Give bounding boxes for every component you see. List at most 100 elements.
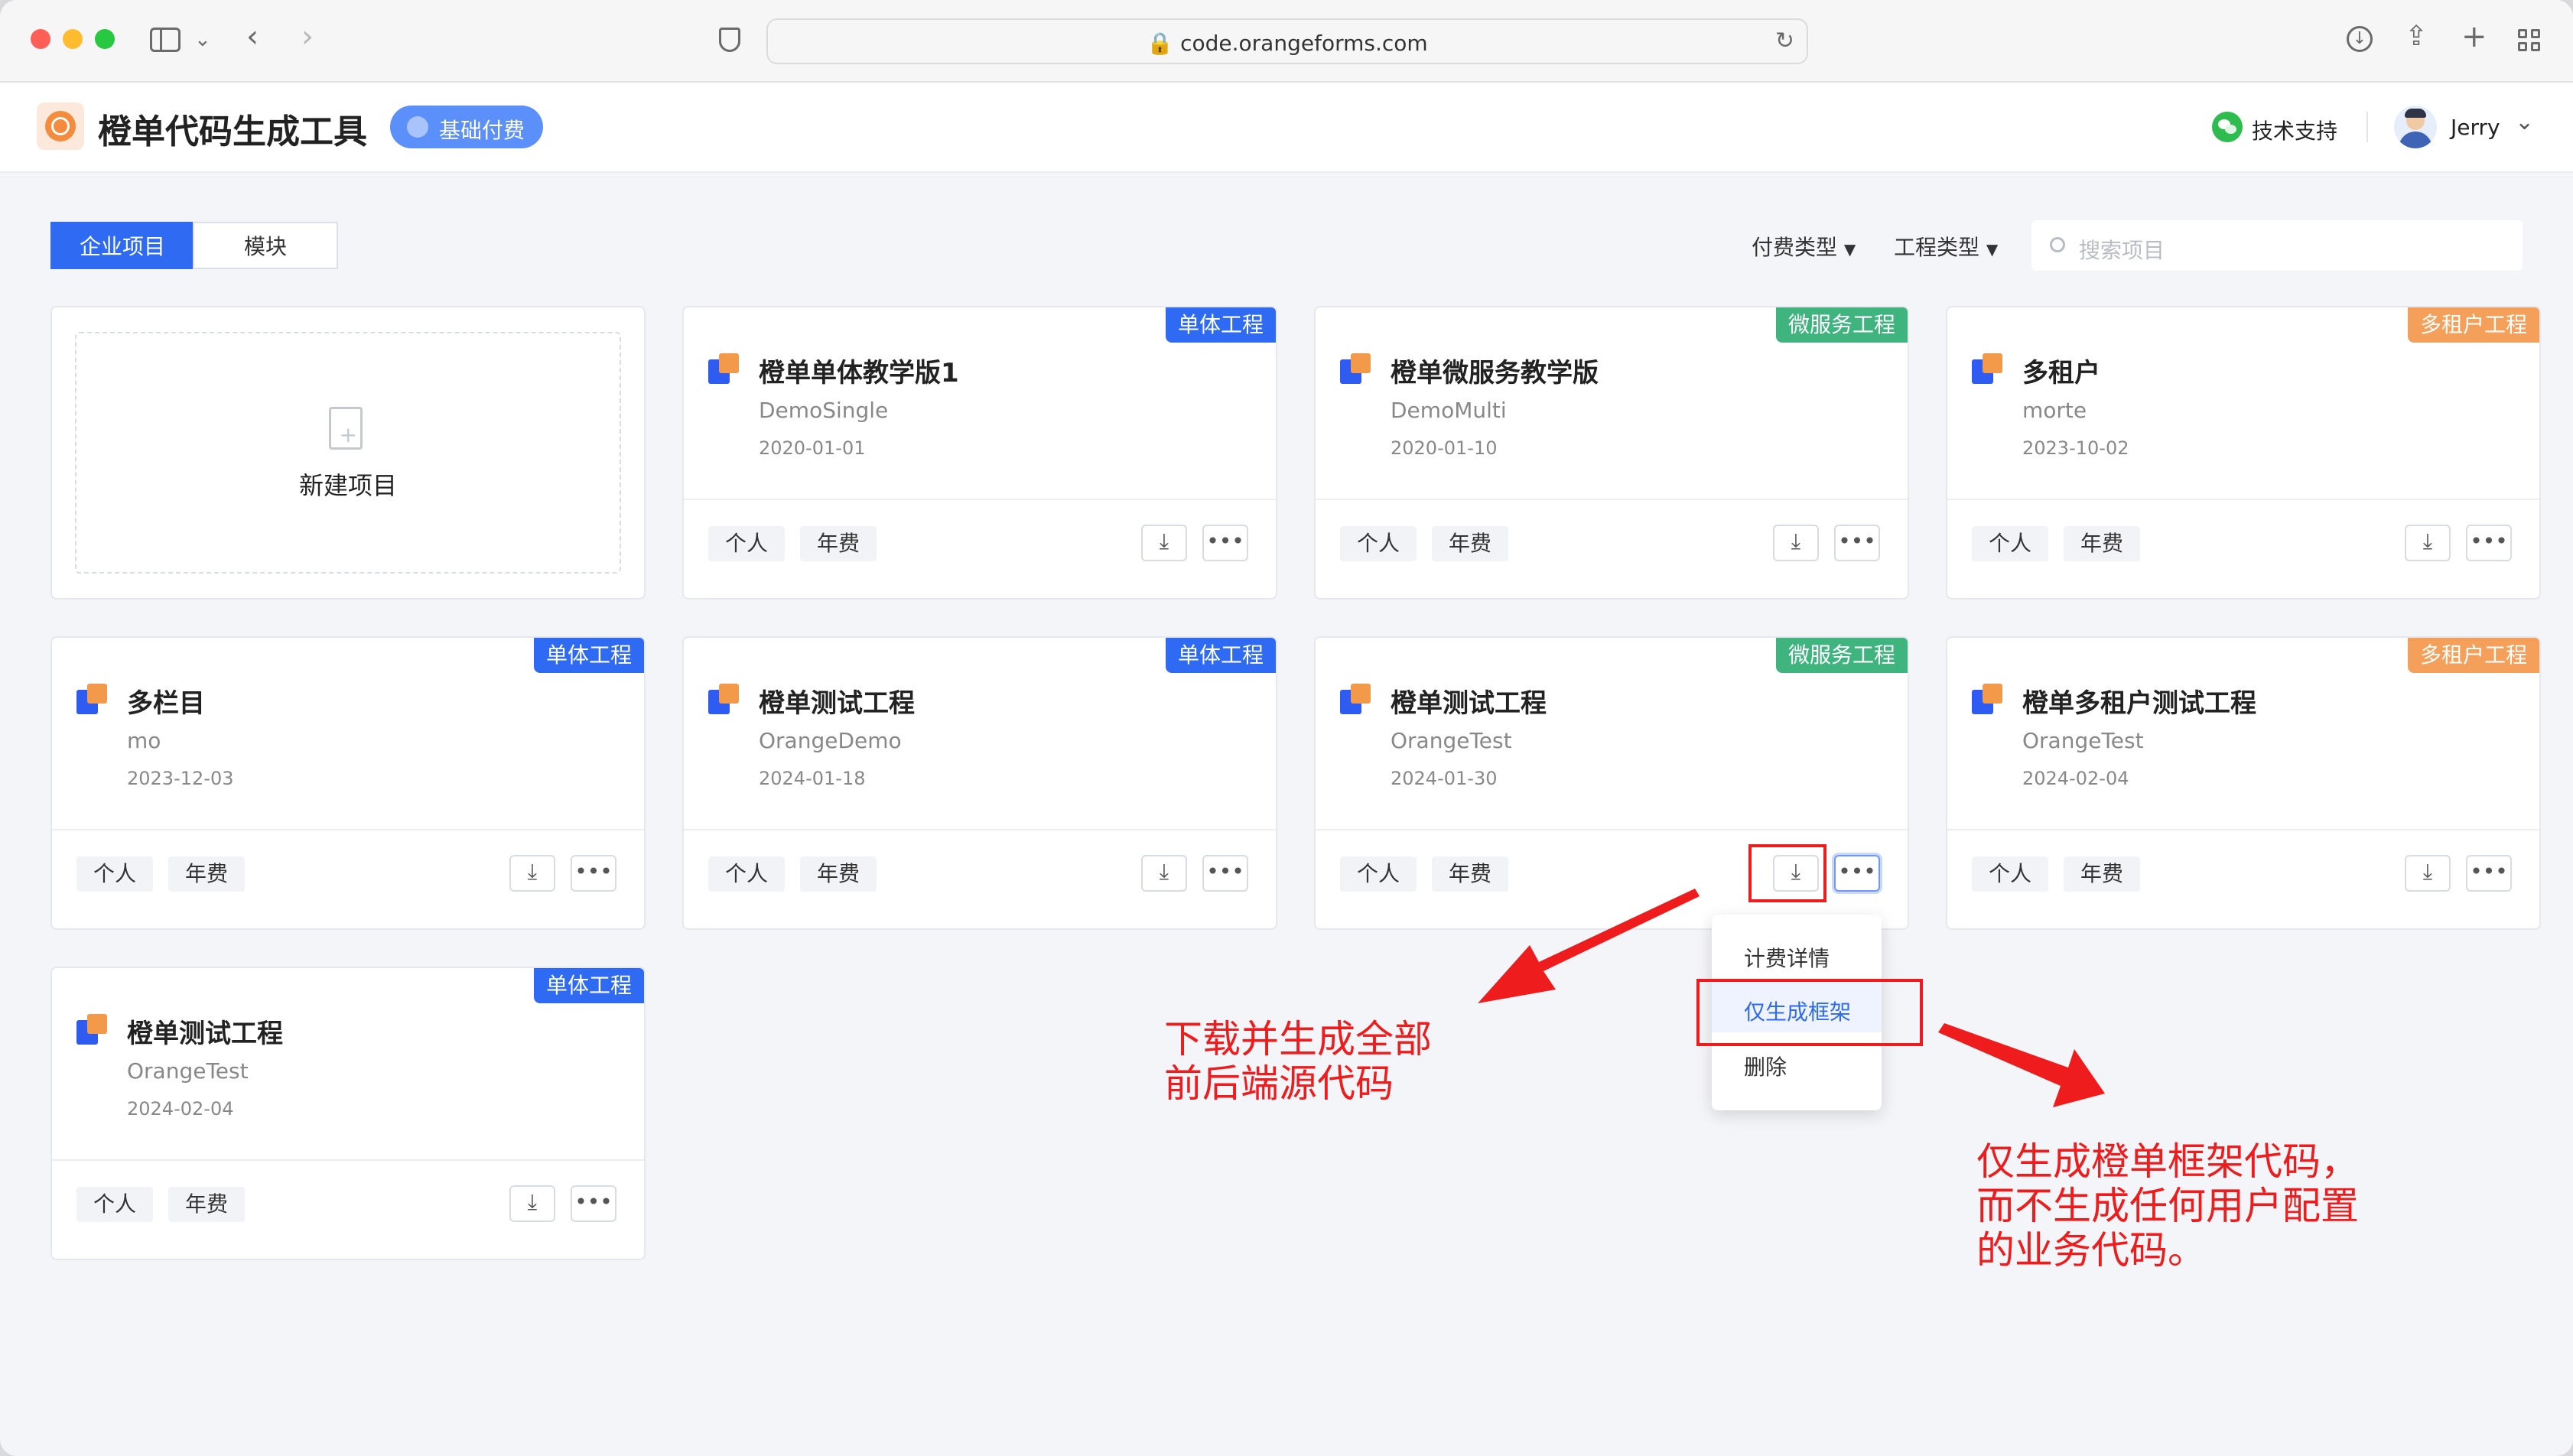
billing-chip: 年费 xyxy=(168,1187,246,1222)
project-type-tag: 单体工程 xyxy=(533,968,644,1003)
project-icon xyxy=(1972,353,2002,384)
more-button[interactable]: ••• xyxy=(1202,855,1248,892)
annotation-arrow-right xyxy=(1938,1023,2105,1107)
annotation-download-box xyxy=(1748,844,1826,902)
project-card[interactable]: 单体工程 橙单单体教学版1 DemoSingle 2020-01-01 个人 年… xyxy=(682,306,1277,600)
card-divider xyxy=(1316,499,1908,500)
new-tab-icon[interactable]: + xyxy=(2461,21,2487,52)
caret-down-icon: ▼ xyxy=(1986,240,1999,258)
download-button[interactable]: ⤓ xyxy=(2405,525,2451,561)
chevron-down-icon[interactable]: ⌄ xyxy=(194,24,211,55)
card-divider xyxy=(1316,829,1908,830)
download-button[interactable]: ⤓ xyxy=(2405,855,2451,892)
annotation-menu-item-box xyxy=(1696,979,1923,1046)
back-icon[interactable]: ‹ xyxy=(246,21,259,52)
download-button[interactable]: ⤓ xyxy=(1141,855,1187,892)
project-icon xyxy=(1972,684,2002,714)
download-icon: ⤓ xyxy=(1159,859,1169,884)
new-project-card[interactable]: + 新建项目 xyxy=(50,306,646,600)
search-input[interactable]: 搜索项目 xyxy=(2031,220,2523,271)
user-name[interactable]: Jerry xyxy=(2451,115,2500,140)
download-icon: ⤓ xyxy=(2422,528,2433,554)
annotation-note-right: 仅生成橙单框架代码， 而不生成任何用户配置 的业务代码。 xyxy=(1976,1139,2359,1272)
menu-item-delete[interactable]: 删除 xyxy=(1744,1051,1787,1081)
minimize-window-button[interactable] xyxy=(63,29,83,49)
download-button[interactable]: ⤓ xyxy=(509,855,555,892)
download-icon[interactable]: ↓ xyxy=(2347,26,2373,52)
reload-icon[interactable]: ↻ xyxy=(1775,28,1794,54)
project-date: 2023-10-02 xyxy=(2022,437,2129,459)
sidebar-toggle-icon[interactable] xyxy=(150,28,181,52)
project-name[interactable]: 橙单测试工程 xyxy=(1391,682,1547,720)
owner-chip: 个人 xyxy=(76,856,154,892)
download-icon: ⤓ xyxy=(2422,859,2433,884)
download-button[interactable]: ⤓ xyxy=(509,1185,555,1222)
plan-badge[interactable]: 基础付费 xyxy=(390,106,543,148)
menu-item-billing-details[interactable]: 计费详情 xyxy=(1744,942,1830,973)
tab-enterprise-projects[interactable]: 企业项目 xyxy=(50,222,194,269)
billing-chip: 年费 xyxy=(168,856,246,892)
card-divider xyxy=(1947,829,2539,830)
more-button[interactable]: ••• xyxy=(1834,525,1880,561)
address-bar[interactable]: 🔒 code.orangeforms.com ↻ xyxy=(766,18,1808,64)
shield-icon[interactable] xyxy=(719,28,740,52)
download-button[interactable]: ⤓ xyxy=(1773,525,1819,561)
project-name[interactable]: 橙单单体教学版1 xyxy=(759,352,959,389)
project-name[interactable]: 多租户 xyxy=(2022,352,2100,389)
app-header: 橙单代码生成工具 基础付费 技术支持 Jerry ⌄ xyxy=(0,83,2573,173)
project-name[interactable]: 多栏目 xyxy=(127,682,205,720)
more-icon: ••• xyxy=(574,859,613,884)
owner-chip: 个人 xyxy=(708,856,786,892)
billing-chip: 年费 xyxy=(800,856,877,892)
more-icon: ••• xyxy=(2470,859,2508,884)
orange-logo-icon[interactable] xyxy=(37,102,84,150)
owner-chip: 个人 xyxy=(708,526,786,561)
more-icon: ••• xyxy=(1206,528,1244,554)
project-type-tag: 多租户工程 xyxy=(2407,307,2539,343)
project-card[interactable]: 微服务工程 橙单微服务教学版 DemoMulti 2020-01-10 个人 年… xyxy=(1314,306,1909,600)
project-card[interactable]: 多租户工程 多租户 morte 2023-10-02 个人 年费 ⤓ ••• xyxy=(1946,306,2541,600)
project-code: DemoSingle xyxy=(759,398,889,423)
more-button[interactable]: ••• xyxy=(1202,525,1248,561)
owner-chip: 个人 xyxy=(1340,856,1417,892)
url-text: 🔒 code.orangeforms.com xyxy=(1147,31,1428,56)
download-button[interactable]: ⤓ xyxy=(1141,525,1187,561)
project-name[interactable]: 橙单测试工程 xyxy=(759,682,915,720)
avatar[interactable] xyxy=(2394,106,2437,148)
close-window-button[interactable] xyxy=(31,29,50,49)
project-card[interactable]: 多租户工程 橙单多租户测试工程 OrangeTest 2024-02-04 个人… xyxy=(1946,636,2541,930)
project-card[interactable]: 单体工程 橙单测试工程 OrangeTest 2024-02-04 个人 年费 … xyxy=(50,967,646,1260)
more-icon: ••• xyxy=(2470,528,2508,554)
tab-overview-icon[interactable] xyxy=(2518,29,2541,52)
project-card[interactable]: 单体工程 橙单测试工程 OrangeDemo 2024-01-18 个人 年费 … xyxy=(682,636,1277,930)
card-divider xyxy=(1947,499,2539,500)
project-name[interactable]: 橙单微服务教学版 xyxy=(1391,352,1599,389)
new-project-dropzone[interactable] xyxy=(75,332,621,574)
chevron-down-icon[interactable]: ⌄ xyxy=(2515,109,2534,135)
owner-chip: 个人 xyxy=(76,1187,154,1222)
forward-icon[interactable]: › xyxy=(301,21,314,52)
billing-chip: 年费 xyxy=(2064,856,2141,892)
share-icon[interactable]: ⇪ xyxy=(2405,21,2428,52)
new-project-label: 新建项目 xyxy=(298,471,397,500)
project-card[interactable]: 单体工程 多栏目 mo 2023-12-03 个人 年费 ⤓ ••• xyxy=(50,636,646,930)
payment-type-filter[interactable]: 付费类型 ▼ xyxy=(1752,231,1856,262)
caret-down-icon: ▼ xyxy=(1843,240,1856,258)
project-name[interactable]: 橙单测试工程 xyxy=(127,1012,283,1050)
project-icon xyxy=(1340,684,1371,714)
tab-modules[interactable]: 模块 xyxy=(193,222,338,269)
more-button[interactable]: ••• xyxy=(1834,855,1880,892)
more-button[interactable]: ••• xyxy=(571,1185,616,1222)
more-icon: ••• xyxy=(1838,528,1876,554)
project-name[interactable]: 橙单多租户测试工程 xyxy=(2022,682,2256,720)
project-code: morte xyxy=(2022,398,2087,423)
card-divider xyxy=(52,829,644,830)
project-type-filter[interactable]: 工程类型 ▼ xyxy=(1894,231,1998,262)
tech-support-link[interactable]: 技术支持 xyxy=(2212,109,2344,147)
maximize-window-button[interactable] xyxy=(95,29,115,49)
more-button[interactable]: ••• xyxy=(571,855,616,892)
more-button[interactable]: ••• xyxy=(2466,855,2512,892)
more-button[interactable]: ••• xyxy=(2466,525,2512,561)
project-type-tag: 单体工程 xyxy=(1165,638,1276,673)
billing-chip: 年费 xyxy=(1432,526,1509,561)
